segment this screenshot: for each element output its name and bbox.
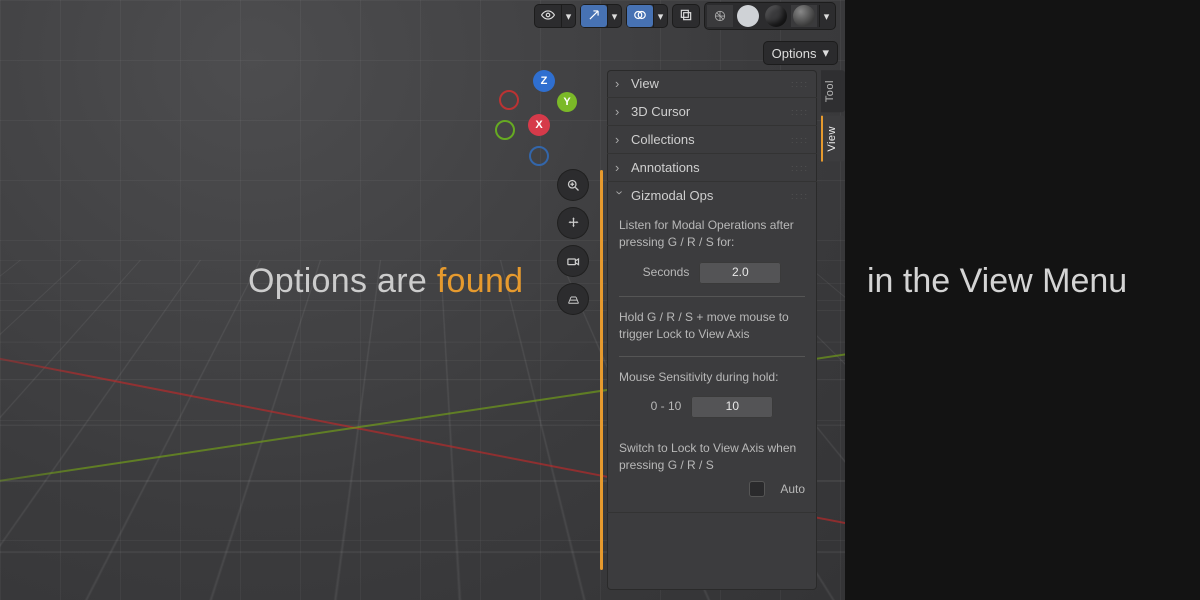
section-label: Annotations — [631, 160, 700, 175]
perspective-button[interactable] — [558, 284, 588, 314]
tab-view[interactable]: View — [821, 116, 845, 162]
chevron-down-icon[interactable]: ▾ — [561, 5, 575, 27]
tab-tool[interactable]: Tool — [821, 70, 845, 112]
chevron-right-icon: › — [615, 76, 625, 91]
navigation-gizmo[interactable]: Z Y X — [495, 70, 591, 166]
side-panel: › View :::: › 3D Cursor :::: › Collectio… — [607, 70, 817, 590]
section-annotations: › Annotations :::: — [607, 154, 817, 182]
section-label: Gizmodal Ops — [631, 188, 713, 203]
grip-icon[interactable]: :::: — [791, 107, 809, 117]
section-header-gizmodal[interactable]: › Gizmodal Ops :::: — [607, 182, 817, 209]
overlay-icon — [633, 8, 647, 25]
section-header-annotations[interactable]: › Annotations :::: — [607, 154, 817, 181]
section-header-collections[interactable]: › Collections :::: — [607, 126, 817, 153]
options-label: Options — [772, 46, 817, 61]
viewport-3d[interactable]: ▾ ▾ ▾ ▾ — [0, 0, 845, 600]
chevron-down-icon: ▾ — [822, 45, 829, 61]
gizmo-toggle[interactable]: ▾ — [581, 5, 621, 27]
gizmodal-body: Listen for Modal Operations after pressi… — [607, 209, 817, 512]
section-view: › View :::: — [607, 70, 817, 98]
options-row: Options ▾ — [764, 40, 837, 66]
chevron-down-icon: › — [613, 191, 628, 201]
section-label: View — [631, 76, 659, 91]
listen-text: Listen for Modal Operations after pressi… — [619, 217, 805, 252]
sensitivity-range: 0 - 10 — [651, 398, 682, 415]
panel-tabs: Tool View — [821, 70, 845, 162]
seconds-field[interactable]: 2.0 — [699, 262, 781, 284]
section-label: 3D Cursor — [631, 104, 690, 119]
auto-checkbox[interactable] — [750, 482, 764, 496]
hold-text: Hold G / R / S + move mouse to trigger L… — [619, 309, 805, 344]
options-dropdown[interactable]: Options ▾ — [764, 42, 837, 64]
overlay-toggle[interactable]: ▾ — [627, 5, 667, 27]
section-gizmodal-ops: › Gizmodal Ops :::: Listen for Modal Ope… — [607, 182, 817, 513]
chevron-right-icon: › — [615, 160, 625, 175]
arrow-icon — [587, 8, 601, 25]
section-header-3d-cursor[interactable]: › 3D Cursor :::: — [607, 98, 817, 125]
axis-neg-z[interactable] — [529, 146, 549, 166]
axis-neg-x[interactable] — [499, 90, 519, 110]
sensitivity-label: Mouse Sensitivity during hold: — [619, 369, 805, 386]
switch-text: Switch to Lock to View Axis when pressin… — [619, 440, 805, 475]
xray-icon — [679, 8, 693, 25]
axis-neg-y[interactable] — [495, 120, 515, 140]
chevron-down-icon[interactable]: ▾ — [653, 5, 667, 27]
chevron-down-icon[interactable]: ▾ — [819, 5, 833, 27]
seconds-label: Seconds — [643, 264, 690, 281]
zoom-button[interactable] — [558, 170, 588, 200]
grip-icon[interactable]: :::: — [791, 135, 809, 145]
highlight-line — [600, 170, 603, 570]
shading-modes: ▾ — [705, 3, 835, 29]
section-3d-cursor: › 3D Cursor :::: — [607, 98, 817, 126]
divider — [619, 296, 805, 297]
divider — [619, 356, 805, 357]
sensitivity-field[interactable]: 10 — [691, 396, 773, 418]
viewport-nav-buttons — [558, 170, 588, 314]
shading-solid[interactable] — [735, 5, 761, 27]
section-label: Collections — [631, 132, 695, 147]
grip-icon[interactable]: :::: — [791, 79, 809, 89]
grip-icon[interactable]: :::: — [791, 191, 809, 201]
section-header-view[interactable]: › View :::: — [607, 70, 817, 97]
visibility-dropdown[interactable]: ▾ — [535, 5, 575, 27]
grip-icon[interactable]: :::: — [791, 163, 809, 173]
chevron-down-icon[interactable]: ▾ — [607, 5, 621, 27]
axis-y[interactable]: Y — [557, 92, 577, 112]
chevron-right-icon: › — [615, 104, 625, 119]
camera-button[interactable] — [558, 246, 588, 276]
xray-toggle[interactable] — [673, 5, 699, 27]
pan-button[interactable] — [558, 208, 588, 238]
chevron-right-icon: › — [615, 132, 625, 147]
caption-right: in the View Menu — [867, 262, 1127, 301]
caption-right-column: in the View Menu — [845, 0, 1200, 600]
shading-material[interactable] — [763, 5, 789, 27]
section-collections: › Collections :::: — [607, 126, 817, 154]
eye-icon — [541, 8, 555, 25]
axis-z[interactable]: Z — [533, 70, 555, 92]
overlay-caption-highlight: found — [437, 262, 524, 300]
axis-x[interactable]: X — [528, 114, 550, 136]
shading-rendered[interactable] — [791, 5, 817, 27]
auto-label: Auto — [780, 481, 805, 498]
shading-wireframe[interactable] — [707, 5, 733, 27]
viewport-header: ▾ ▾ ▾ ▾ — [0, 0, 845, 32]
overlay-caption-prefix: Options are — [248, 262, 437, 300]
overlay-caption: Options are found — [248, 262, 523, 301]
